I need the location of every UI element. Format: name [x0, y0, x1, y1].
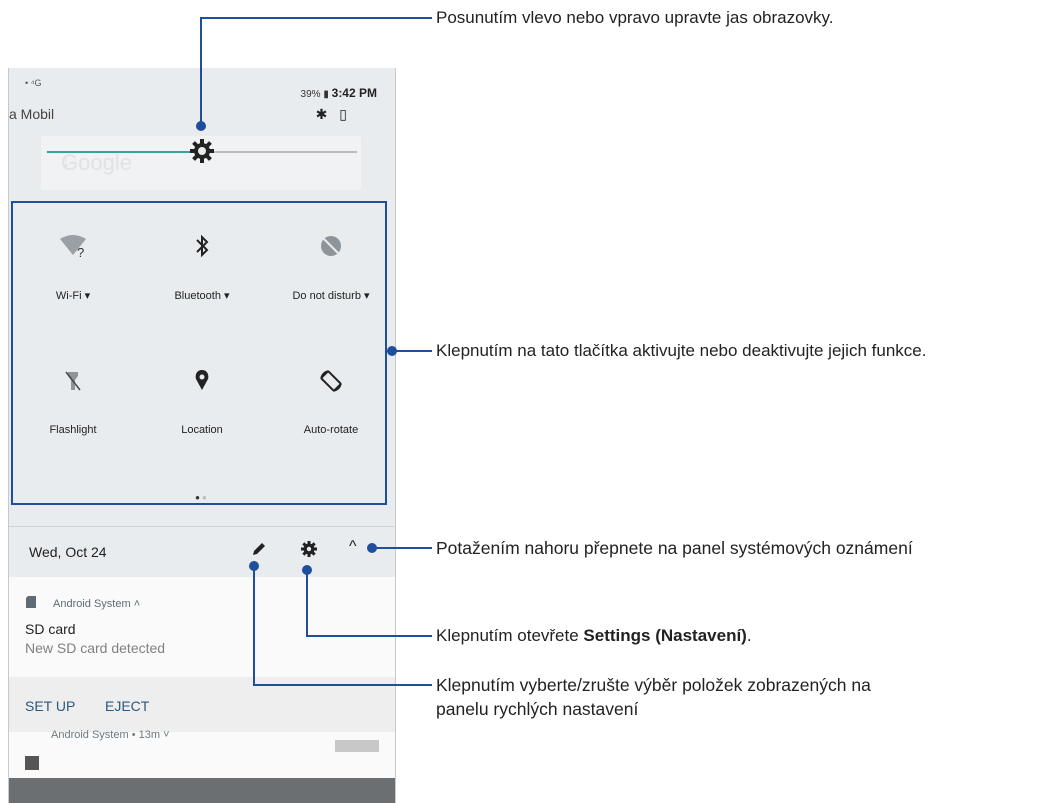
callout-line-brightness — [200, 17, 432, 126]
callout-dot-brightness — [196, 121, 206, 131]
callout-dot-settings — [302, 565, 312, 575]
callout-settings-suffix: . — [746, 626, 752, 645]
callout-brightness: Posunutím vlevo nebo vpravo upravte jas … — [436, 8, 834, 27]
callout-settings-bold: Settings (Nastavení) — [583, 626, 747, 645]
callout-dot-edit — [249, 561, 259, 571]
callout-line-settings — [306, 570, 432, 637]
callout-expand: Potažením nahoru přepnete na panel systé… — [436, 538, 913, 558]
callout-line-edit — [253, 566, 432, 686]
callout-dot-expand — [367, 543, 377, 553]
tiles-highlight-box — [11, 201, 387, 505]
callout-tiles: Klepnutím na tato tlačítka aktivujte neb… — [436, 341, 927, 360]
callout-dot-tiles — [387, 346, 397, 356]
callout-settings-prefix: Klepnutím otevřete — [436, 626, 584, 645]
callout-settings: Klepnutím otevřete Settings (Nastavení). — [436, 624, 752, 648]
callout-edit-line2: panelu rychlých nastavení — [436, 699, 639, 719]
callout-edit-line1: Klepnutím vyberte/zrušte výběr položek z… — [436, 675, 871, 695]
callout-edit: Klepnutím vyberte/zrušte výběr položek z… — [436, 673, 871, 721]
